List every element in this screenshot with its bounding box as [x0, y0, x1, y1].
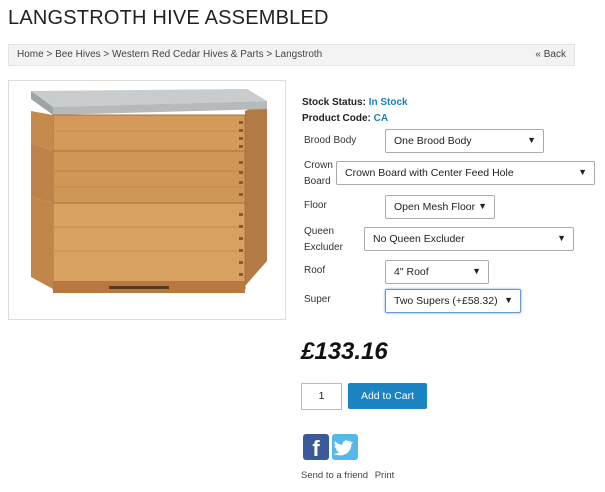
brood-body-label: Brood Body — [304, 135, 357, 146]
brood-body-select[interactable]: One Brood Body ▼ — [385, 129, 544, 153]
share-links: Send to a friend Print — [301, 470, 398, 481]
product-code: Product Code: CA — [302, 113, 388, 124]
roof-label: Roof — [304, 265, 326, 276]
twitter-icon — [333, 440, 353, 456]
chevron-down-icon: ▼ — [557, 233, 566, 243]
chevron-down-icon: ▼ — [578, 167, 587, 177]
page-title: LANGSTROTH HIVE ASSEMBLED — [8, 7, 329, 29]
product-code-value: CA — [373, 113, 389, 124]
chevron-down-icon: ▼ — [527, 135, 536, 145]
roof-select[interactable]: 4" Roof ▼ — [385, 260, 489, 284]
facebook-icon: f — [312, 436, 320, 460]
brood-body-value: One Brood Body — [394, 135, 472, 147]
queen-excluder-select[interactable]: No Queen Excluder ▼ — [364, 227, 574, 251]
beehive-illustration — [31, 89, 267, 293]
floor-label: Floor — [304, 200, 327, 211]
crown-board-value: Crown Board with Center Feed Hole — [345, 167, 514, 179]
send-to-friend-link[interactable]: Send to a friend — [301, 470, 368, 481]
stock-status-value: In Stock — [368, 97, 408, 108]
facebook-share-button[interactable]: f — [303, 434, 329, 460]
product-image[interactable] — [8, 80, 286, 320]
queen-excluder-label: Queen Excluder — [304, 224, 343, 256]
print-link[interactable]: Print — [375, 470, 395, 481]
floor-value: Open Mesh Floor — [394, 201, 476, 213]
super-select[interactable]: Two Supers (+£58.32) ▼ — [385, 289, 521, 313]
chevron-down-icon: ▼ — [478, 201, 487, 211]
product-price: £133.16 — [301, 338, 388, 365]
crown-board-label: Crown Board — [304, 158, 333, 190]
add-to-cart-button[interactable]: Add to Cart — [348, 383, 427, 409]
stock-status: Stock Status: In Stock — [302, 97, 408, 108]
crown-board-select[interactable]: Crown Board with Center Feed Hole ▼ — [336, 161, 595, 185]
quantity-input[interactable]: 1 — [301, 383, 342, 410]
queen-excluder-label-line1: Queen — [304, 226, 335, 237]
breadcrumb[interactable]: Home > Bee Hives > Western Red Cedar Hiv… — [17, 49, 322, 60]
super-label: Super — [304, 294, 331, 305]
queen-excluder-value: No Queen Excluder — [373, 233, 465, 245]
back-link[interactable]: « Back — [535, 49, 566, 60]
breadcrumb-bar: Home > Bee Hives > Western Red Cedar Hiv… — [8, 44, 575, 66]
chevron-down-icon: ▼ — [472, 266, 481, 276]
crown-board-label-line1: Crown — [304, 160, 333, 171]
queen-excluder-label-line2: Excluder — [304, 242, 343, 253]
super-value: Two Supers (+£58.32) — [394, 295, 498, 307]
twitter-share-button[interactable] — [332, 434, 358, 460]
crown-board-label-line2: Board — [304, 176, 331, 187]
chevron-down-icon: ▼ — [504, 295, 513, 305]
floor-select[interactable]: Open Mesh Floor ▼ — [385, 195, 495, 219]
stock-status-label: Stock Status: — [302, 97, 366, 108]
product-code-label: Product Code: — [302, 113, 371, 124]
roof-value: 4" Roof — [394, 266, 429, 278]
